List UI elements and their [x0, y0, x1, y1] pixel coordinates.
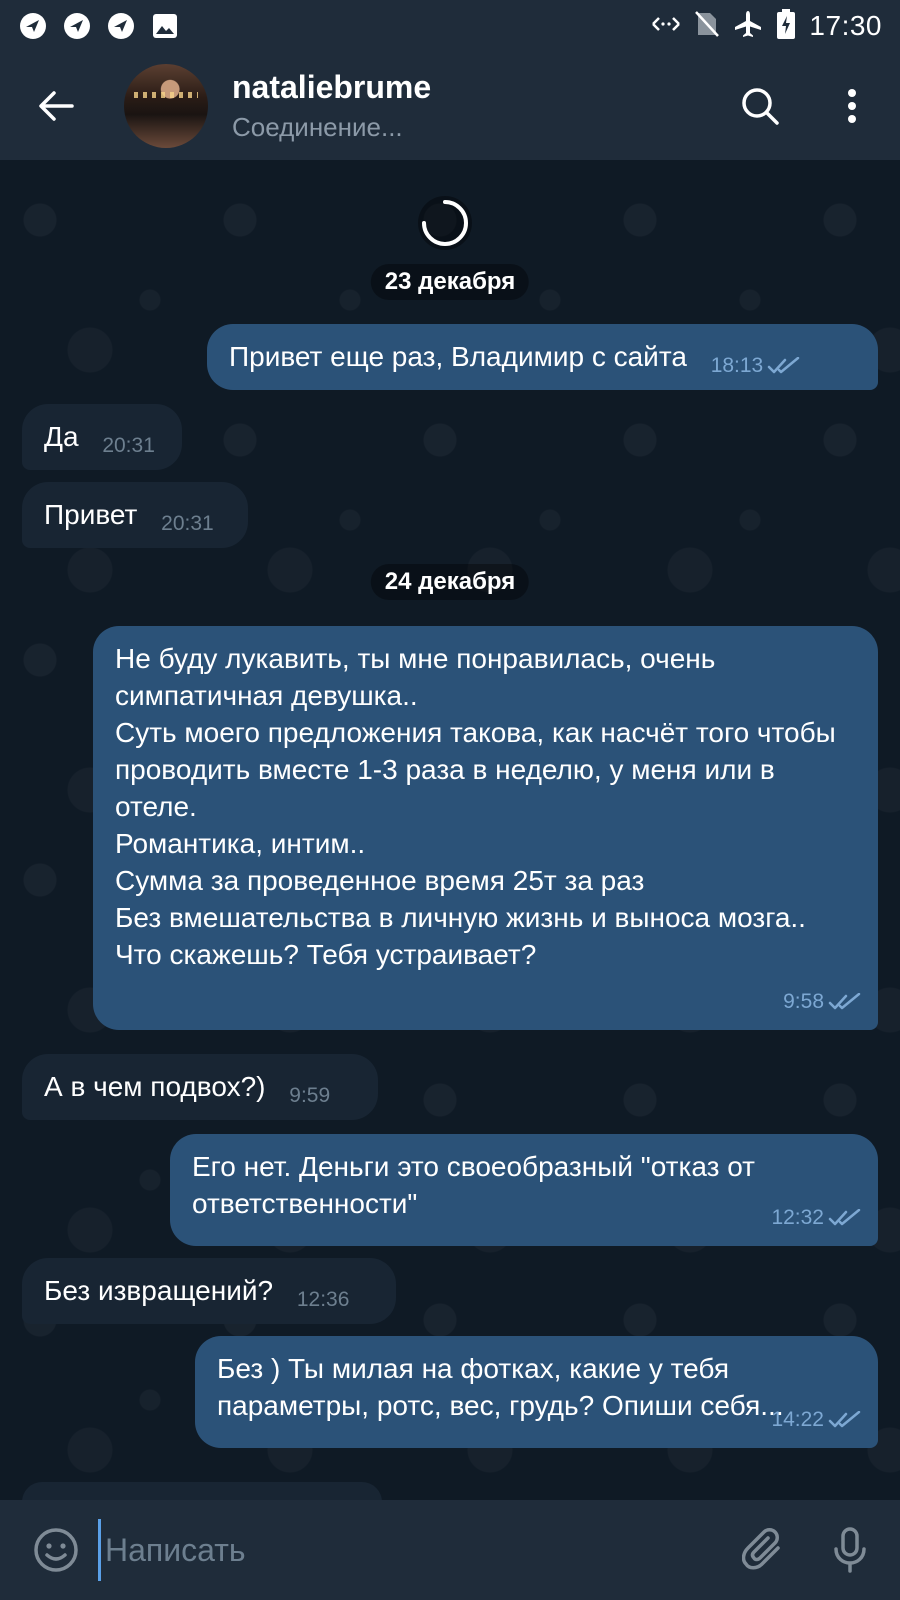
system-status: 17:30: [651, 8, 882, 44]
attach-button[interactable]: [736, 1522, 792, 1578]
message-meta: 20:31: [161, 505, 214, 542]
notification-icons: [18, 11, 180, 41]
back-button[interactable]: [28, 78, 84, 134]
message-meta: 20:31: [102, 427, 155, 464]
message-meta: 12:36: [297, 1281, 350, 1318]
app-notification-icon: [18, 11, 48, 41]
double-check-icon: [828, 1410, 861, 1427]
more-vertical-icon: [848, 89, 856, 123]
message-meta: 9:58: [783, 983, 862, 1020]
message-text: Да: [44, 421, 79, 452]
microphone-icon: [834, 1527, 866, 1573]
message-time: 14:22: [771, 1408, 824, 1431]
more-options-button[interactable]: [824, 78, 880, 134]
message-meta: 14:22: [771, 1401, 862, 1438]
arrow-left-icon: [39, 91, 74, 121]
search-button[interactable]: [732, 78, 788, 134]
incoming-message[interactable]: Да 20:31: [22, 404, 182, 470]
avatar[interactable]: [124, 64, 208, 148]
message-time: 20:31: [102, 434, 155, 457]
message-text: А в чем подвох?): [44, 1071, 266, 1102]
double-check-icon: [768, 356, 800, 373]
message-time: 12:36: [296, 1288, 350, 1311]
connection-status: Соединение...: [232, 112, 403, 142]
status-bar: 17:30: [0, 0, 900, 52]
message-text: Без ) Ты милая на фотках, какие у тебя п…: [217, 1353, 784, 1421]
outgoing-message[interactable]: Не буду лукавить, ты мне понравилась, оч…: [93, 626, 878, 1030]
voice-message-button[interactable]: [822, 1522, 878, 1578]
no-sim-icon: [695, 10, 720, 43]
loading-spinner-icon: [418, 196, 472, 250]
message-list[interactable]: 23 декабря Привет еще раз, Владимир с са…: [0, 160, 900, 1500]
airplane-mode-icon: [733, 9, 763, 44]
search-icon: [742, 88, 779, 125]
message-text: Не буду лукавить, ты мне понравилась, оч…: [115, 643, 836, 970]
app-notification-icon: [62, 11, 92, 41]
incoming-message[interactable]: Привет 20:31: [22, 482, 248, 548]
paperclip-icon: [742, 1528, 780, 1570]
outgoing-message[interactable]: Без ) Ты милая на фотках, какие у тебя п…: [195, 1336, 878, 1448]
clock: 17:30: [809, 10, 882, 41]
chat-name: nataliebrume: [232, 69, 432, 105]
outgoing-message[interactable]: Привет еще раз, Владимир с сайта 18:13: [207, 324, 878, 390]
date-separator: 23 декабря: [370, 264, 530, 300]
incoming-message[interactable]: [22, 1482, 382, 1500]
message-time: 12:32: [771, 1206, 824, 1229]
message-text: Привет: [44, 499, 138, 530]
battery-charging-icon: [777, 8, 796, 44]
message-composer: [0, 1500, 900, 1600]
message-time: 9:59: [289, 1084, 331, 1107]
date-separator: 24 декабря: [370, 564, 530, 600]
message-time: 9:58: [783, 990, 824, 1013]
incoming-message[interactable]: А в чем подвох?) 9:59: [22, 1054, 378, 1120]
message-text: Привет еще раз, Владимир с сайта: [229, 341, 687, 372]
message-input[interactable]: [98, 1519, 720, 1581]
chat-header: nataliebrume Соединение...: [0, 52, 900, 160]
message-meta: 12:32: [771, 1199, 862, 1236]
double-check-icon: [828, 992, 861, 1009]
image-notification-icon: [150, 11, 180, 41]
message-time: 18:13: [710, 354, 764, 377]
message-meta: 18:13: [711, 347, 802, 384]
data-transfer-icon: [651, 14, 681, 39]
chat-title-block[interactable]: nataliebrume Соединение...: [232, 69, 431, 143]
double-check-icon: [828, 1208, 861, 1225]
incoming-message[interactable]: Без извращений? 12:36: [22, 1258, 396, 1324]
message-meta: 9:59: [289, 1077, 330, 1114]
smiley-icon: [34, 1528, 78, 1572]
message-text: Его нет. Деньги это своеобразный "отказ …: [192, 1151, 763, 1219]
message-time: 20:31: [161, 512, 214, 535]
message-text: Без извращений?: [44, 1275, 274, 1306]
outgoing-message[interactable]: Его нет. Деньги это своеобразный "отказ …: [170, 1134, 878, 1246]
emoji-button[interactable]: [28, 1522, 84, 1578]
app-notification-icon: [106, 11, 136, 41]
